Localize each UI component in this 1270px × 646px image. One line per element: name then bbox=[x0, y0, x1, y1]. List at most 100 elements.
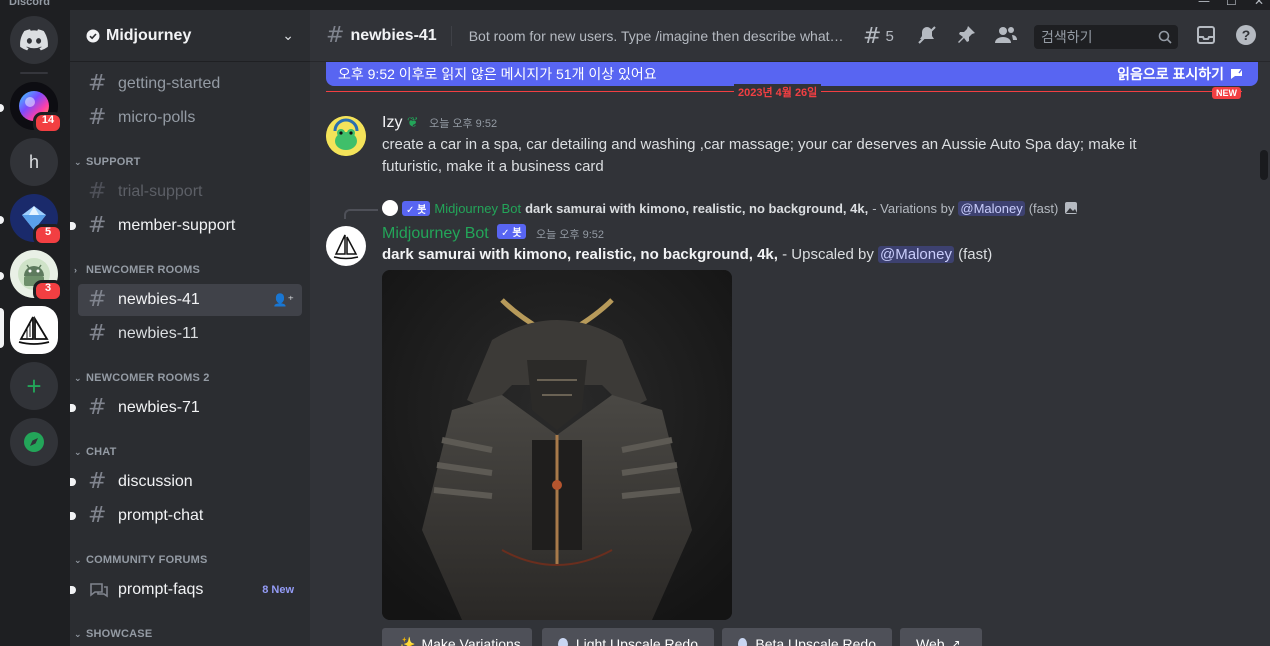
timestamp: 오늘 오후 9:52 bbox=[429, 118, 498, 130]
threads-channel-icon: # bbox=[326, 23, 345, 48]
channel-topic[interactable]: Bot room for new users. Type /imagine th… bbox=[450, 25, 846, 46]
beta-upscale-redo-button[interactable]: Beta Upscale Redo bbox=[722, 628, 892, 646]
bell-muted-icon bbox=[918, 26, 936, 44]
inbox-button[interactable] bbox=[1195, 24, 1217, 46]
sprout-icon: ❦ bbox=[406, 114, 419, 130]
channel-member-support[interactable]: # member-support bbox=[70, 210, 302, 242]
username[interactable]: Izy bbox=[382, 114, 402, 131]
mention-badge: 3 bbox=[33, 280, 63, 302]
notification-settings-button[interactable] bbox=[916, 24, 938, 46]
category-newcomer-rooms-2[interactable]: ⌄ NEWCOMER ROOMS 2 bbox=[74, 372, 210, 384]
reply-preview[interactable]: ✓ 봇 Midjourney Bot dark samurai with kim… bbox=[382, 200, 1078, 216]
category-label: NEWCOMER ROOMS 2 bbox=[86, 372, 210, 384]
mark-as-read-button[interactable]: 읽음으로 표시하기 bbox=[1117, 64, 1246, 84]
channel-label: prompt-faqs bbox=[118, 581, 204, 598]
hashtag-icon: # bbox=[88, 179, 107, 204]
chevron-down-icon: ⌄ bbox=[74, 628, 82, 639]
new-messages-bar[interactable]: 오후 9:52 이후로 읽지 않은 메시지가 51개 이상 있어요 읽음으로 표… bbox=[326, 62, 1258, 86]
add-server-button[interactable]: + bbox=[10, 362, 58, 410]
channel-label: discussion bbox=[118, 473, 193, 490]
channel-title: newbies-41 bbox=[350, 26, 437, 44]
server-header[interactable]: Midjourney ⌄ bbox=[70, 10, 310, 62]
maximize-button[interactable]: ☐ bbox=[1226, 0, 1237, 7]
threads-count: 5 bbox=[885, 28, 894, 45]
channel-header: # newbies-41 Bot room for new users. Typ… bbox=[310, 10, 1270, 62]
unread-indicator bbox=[70, 512, 76, 520]
hashtag-icon: # bbox=[88, 213, 107, 238]
user-mention[interactable]: @Maloney bbox=[878, 246, 954, 263]
compass-icon bbox=[24, 432, 44, 452]
pinned-messages-button[interactable] bbox=[955, 24, 977, 46]
image-attachment[interactable] bbox=[382, 270, 732, 620]
message-content: dark samurai with kimono, realistic, no … bbox=[382, 244, 992, 266]
mention-badge: 5 bbox=[33, 224, 63, 246]
search-icon bbox=[1158, 30, 1172, 44]
divider-date: 2023년 4월 26일 bbox=[734, 84, 822, 100]
category-support[interactable]: ⌄ SUPPORT bbox=[74, 156, 141, 168]
minimize-button[interactable]: — bbox=[1198, 0, 1210, 7]
bot-badge: ✓ 봇 bbox=[402, 200, 431, 216]
bubble-icon bbox=[558, 638, 568, 646]
server-h[interactable]: h bbox=[10, 138, 58, 186]
invite-member-icon[interactable]: 👤⁺ bbox=[273, 293, 294, 307]
threads-channel-icon: # bbox=[88, 395, 107, 420]
unread-indicator bbox=[70, 222, 76, 230]
channel-newbies-71[interactable]: # newbies-71 bbox=[70, 392, 302, 424]
channel-prompt-chat[interactable]: # prompt-chat bbox=[70, 500, 302, 532]
plus-icon: + bbox=[26, 371, 42, 401]
unread-pill bbox=[0, 272, 4, 280]
channel-label: newbies-41 bbox=[118, 291, 200, 308]
external-link-icon: ↗ bbox=[950, 637, 961, 646]
hashtag-icon: # bbox=[88, 469, 107, 494]
category-newcomer-rooms[interactable]: › NEWCOMER ROOMS bbox=[74, 264, 200, 276]
help-button[interactable]: ? bbox=[1235, 24, 1257, 46]
chat-area: # newbies-41 Bot room for new users. Typ… bbox=[310, 10, 1270, 646]
close-window-button[interactable]: ✕ bbox=[1254, 0, 1264, 7]
member-list-button[interactable] bbox=[994, 24, 1018, 46]
category-label: COMMUNITY FORUMS bbox=[86, 554, 208, 566]
avatar[interactable] bbox=[326, 116, 366, 156]
mark-as-read-label: 읽음으로 표시하기 bbox=[1117, 66, 1224, 82]
hashtag-icon: # bbox=[88, 71, 107, 96]
category-community-forums[interactable]: ⌄ COMMUNITY FORUMS bbox=[74, 554, 208, 566]
reply-mention[interactable]: @Maloney bbox=[958, 200, 1025, 216]
channel-newbies-11[interactable]: # newbies-11 bbox=[78, 318, 302, 350]
channel-prompt-faqs[interactable]: prompt-faqs 8 New bbox=[70, 574, 302, 606]
samurai-artwork bbox=[382, 270, 732, 620]
reply-prompt: dark samurai with kimono, realistic, no … bbox=[525, 200, 869, 216]
channel-newbies-41[interactable]: # newbies-41 👤⁺ bbox=[78, 284, 302, 316]
search-input[interactable]: 검색하기 bbox=[1034, 25, 1178, 49]
server-midjourney[interactable] bbox=[10, 306, 58, 354]
upscale-suffix: - Upscaled by bbox=[782, 246, 874, 263]
category-label: SUPPORT bbox=[86, 156, 141, 168]
new-tag: NEW bbox=[1212, 87, 1241, 99]
bot-avatar[interactable] bbox=[326, 226, 366, 266]
chevron-down-icon: ⌄ bbox=[74, 372, 82, 383]
category-showcase[interactable]: ⌄ SHOWCASE bbox=[74, 628, 152, 640]
server-android[interactable]: 3 bbox=[10, 250, 63, 302]
explore-servers-button[interactable] bbox=[10, 418, 58, 466]
channel-discussion[interactable]: # discussion bbox=[70, 466, 302, 498]
chevron-down-icon[interactable]: ⌄ bbox=[282, 27, 294, 44]
forum-icon bbox=[90, 583, 108, 598]
server-diamond[interactable]: 5 bbox=[10, 194, 63, 246]
reply-suffix: - Variations by bbox=[872, 200, 955, 216]
channel-getting-started[interactable]: # getting-started bbox=[78, 68, 302, 100]
light-upscale-redo-button[interactable]: Light Upscale Redo bbox=[542, 628, 714, 646]
server-rainbow[interactable]: 14 bbox=[10, 82, 63, 134]
scrollbar[interactable] bbox=[1260, 150, 1268, 180]
new-posts-count: 8 New bbox=[262, 584, 294, 596]
threads-button[interactable]: # 5 bbox=[863, 24, 894, 49]
image-icon bbox=[1065, 202, 1078, 214]
channel-micro-polls[interactable]: # micro-polls bbox=[78, 102, 302, 134]
web-link-button[interactable]: Web ↗ bbox=[900, 628, 982, 646]
category-chat[interactable]: ⌄ CHAT bbox=[74, 446, 117, 458]
action-label: Make Variations bbox=[421, 636, 521, 646]
category-label: SHOWCASE bbox=[86, 628, 153, 640]
unread-indicator bbox=[70, 586, 76, 594]
channel-trial-support[interactable]: # trial-support bbox=[78, 176, 302, 208]
home-button[interactable] bbox=[10, 16, 58, 64]
make-variations-button[interactable]: ✨ Make Variations bbox=[382, 628, 532, 646]
sailboat-icon bbox=[18, 315, 50, 345]
username[interactable]: Midjourney Bot bbox=[382, 225, 489, 242]
